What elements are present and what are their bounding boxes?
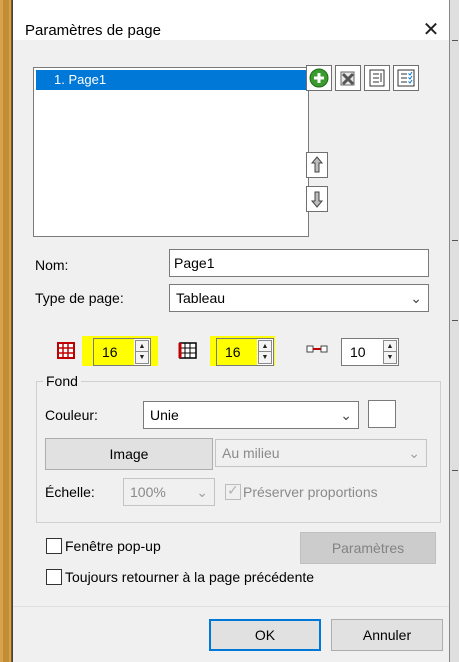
return-previous-label[interactable]: Toujours retourner à la page précédente: [65, 569, 314, 585]
spacing-stepper[interactable]: 10 ▲ ▼: [341, 338, 399, 366]
color-label: Couleur:: [45, 407, 98, 423]
chevron-down-icon: ⌄: [410, 290, 422, 306]
columns-value[interactable]: 16: [94, 339, 134, 365]
spacing-stepper-arrows[interactable]: ▲ ▼: [383, 340, 397, 364]
checkmark-icon: ✓: [227, 482, 239, 498]
stepper-down-icon[interactable]: ▼: [259, 352, 271, 363]
popup-window-label[interactable]: Fenêtre pop-up: [65, 538, 161, 554]
checklist-icon: [396, 68, 416, 88]
sort-button[interactable]: [364, 65, 390, 91]
popup-window-checkbox[interactable]: [46, 538, 62, 554]
scale-label: Échelle:: [45, 484, 95, 500]
title-bar: Paramètres de page ✕: [13, 0, 450, 40]
color-mode-select[interactable]: Unie ⌄: [143, 401, 359, 429]
stepper-down-icon[interactable]: ▼: [136, 352, 148, 363]
grid-columns-icon: [56, 340, 76, 363]
background-group-title: Fond: [43, 373, 81, 389]
color-swatch[interactable]: [368, 400, 396, 428]
color-mode-value: Unie: [150, 407, 179, 423]
rows-stepper-arrows[interactable]: ▲ ▼: [258, 340, 272, 364]
add-page-icon: [309, 68, 329, 88]
stepper-up-icon[interactable]: ▲: [259, 341, 271, 352]
background-window-edge-right: [449, 0, 459, 662]
spacing-icon: [306, 342, 328, 359]
preserve-proportions-label: Préserver proportions: [243, 484, 378, 500]
list-item[interactable]: 1. Page1: [36, 70, 306, 90]
image-position-value: Au milieu: [222, 445, 280, 461]
image-button[interactable]: Image: [45, 438, 213, 470]
page-settings-dialog: Paramètres de page ✕ 1. Page1 Nom: Page1…: [12, 0, 450, 662]
cancel-button[interactable]: Annuler: [331, 619, 443, 651]
stepper-down-icon[interactable]: ▼: [384, 352, 396, 363]
columns-stepper[interactable]: 16 ▲ ▼: [93, 338, 151, 366]
page-list[interactable]: 1. Page1: [33, 67, 309, 237]
page-type-select[interactable]: Tableau ⌄: [169, 284, 429, 312]
dialog-title: Paramètres de page: [25, 22, 161, 39]
move-down-button[interactable]: [306, 186, 328, 212]
ok-button[interactable]: OK: [209, 619, 321, 651]
stepper-up-icon[interactable]: ▲: [384, 341, 396, 352]
preserve-proportions-checkbox: ✓: [225, 482, 241, 500]
background-window-edge: [0, 0, 12, 662]
delete-page-icon: [338, 68, 358, 88]
scale-select: 100% ⌄: [123, 478, 215, 506]
add-page-button[interactable]: [306, 65, 332, 91]
page-type-value: Tableau: [176, 290, 226, 306]
return-previous-checkbox[interactable]: [46, 569, 62, 585]
spacing-value[interactable]: 10: [342, 339, 382, 365]
grid-rows-icon: [178, 340, 198, 363]
move-down-icon: [310, 190, 324, 208]
image-position-select: Au milieu ⌄: [215, 439, 427, 467]
close-icon[interactable]: ✕: [421, 20, 441, 40]
page-type-label: Type de page:: [35, 290, 124, 306]
name-label: Nom:: [35, 257, 69, 273]
name-field[interactable]: Page1: [169, 249, 429, 277]
columns-stepper-arrows[interactable]: ▲ ▼: [135, 340, 149, 364]
sort-icon: [367, 68, 387, 88]
chevron-down-icon: ⌄: [408, 445, 420, 461]
chevron-down-icon: ⌄: [196, 484, 208, 500]
chevron-down-icon: ⌄: [340, 407, 352, 423]
move-up-icon: [310, 156, 324, 174]
delete-page-button[interactable]: [335, 65, 361, 91]
rows-stepper[interactable]: 16 ▲ ▼: [216, 338, 274, 366]
rows-value[interactable]: 16: [217, 339, 257, 365]
params-button: Paramètres: [300, 532, 436, 564]
move-up-button[interactable]: [306, 152, 328, 178]
stepper-up-icon[interactable]: ▲: [136, 341, 148, 352]
scale-value: 100%: [130, 484, 166, 500]
checklist-button[interactable]: [393, 65, 419, 91]
